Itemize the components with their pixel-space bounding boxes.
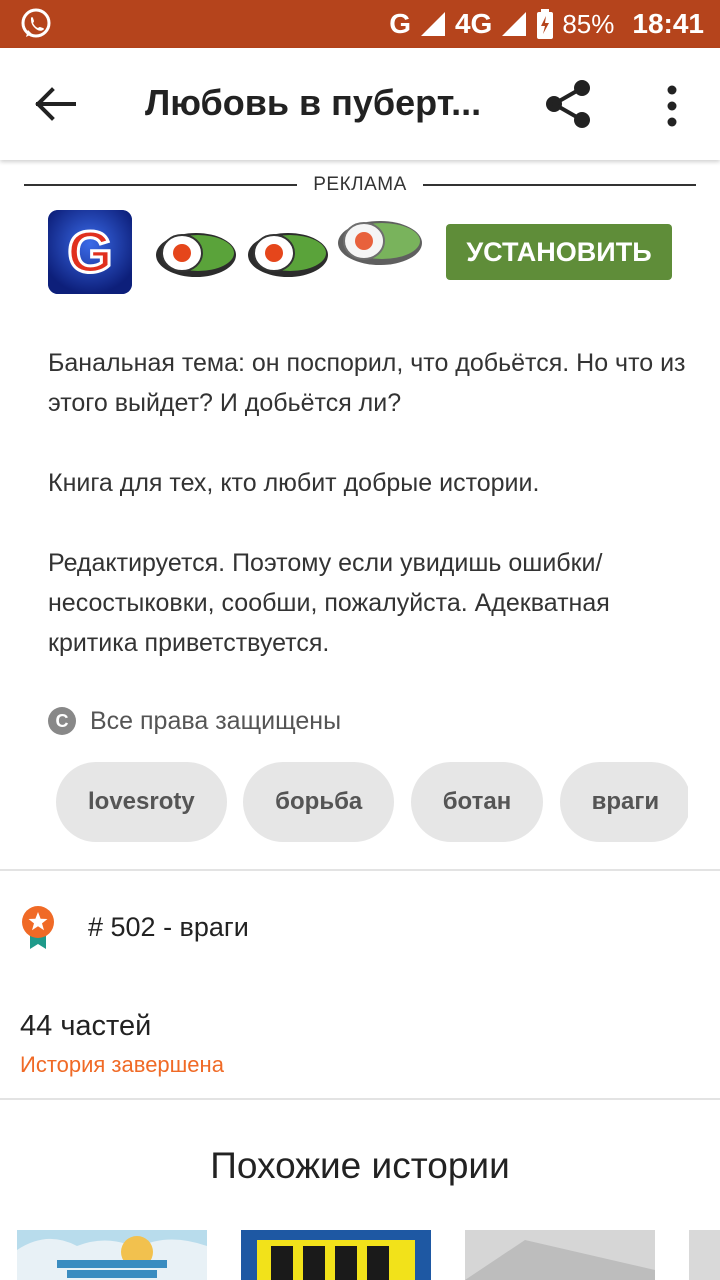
more-vertical-icon[interactable] bbox=[652, 78, 692, 134]
cover-art bbox=[465, 1230, 655, 1280]
tag-list: lovesroty борьба ботан враги bbox=[56, 762, 688, 842]
signal-icon bbox=[420, 12, 445, 36]
section-divider bbox=[0, 1098, 720, 1100]
ad-logo-letter: G bbox=[67, 220, 112, 285]
ad-divider-left bbox=[24, 184, 298, 186]
story-title: Любовь в пуберт... bbox=[145, 82, 482, 123]
description-paragraph: Банальная тема: он поспорил, что добьётс… bbox=[48, 349, 686, 417]
ad-app-icon[interactable]: G bbox=[48, 210, 132, 294]
cover-art bbox=[241, 1230, 431, 1280]
network-label: 4G bbox=[454, 8, 493, 39]
description-paragraph: Редактируется. Поэтому если увидишь ошиб… bbox=[48, 549, 610, 657]
status-bar: G 4G 85% 18:41 bbox=[0, 0, 720, 48]
similar-stories-heading: Похожие истории bbox=[210, 1145, 510, 1186]
parts-count: 44 частей bbox=[20, 1010, 152, 1042]
share-icon[interactable] bbox=[540, 76, 596, 132]
copyright-icon: C bbox=[48, 707, 76, 735]
copyright-text: Все права защищены bbox=[90, 706, 342, 735]
clock: 18:41 bbox=[632, 8, 704, 39]
ranking-link[interactable]: # 502 - враги bbox=[88, 912, 249, 943]
arrow-left-icon[interactable] bbox=[30, 82, 82, 126]
cover-art bbox=[17, 1230, 207, 1280]
similar-story-cover[interactable] bbox=[689, 1230, 720, 1280]
ribbon-star-icon bbox=[22, 906, 54, 949]
tag-chip[interactable]: ботан bbox=[410, 762, 544, 842]
story-description: Банальная тема: он поспорил, что добьётс… bbox=[48, 343, 688, 703]
ad-banner-image[interactable] bbox=[150, 215, 430, 285]
ad-divider-right bbox=[422, 184, 696, 186]
whatsapp-icon bbox=[21, 8, 51, 38]
section-divider bbox=[0, 869, 720, 871]
battery-percent: 85% bbox=[562, 8, 615, 39]
sushi-roll-1 bbox=[156, 233, 236, 277]
description-paragraph: Книга для тех, кто любит добрые истории. bbox=[48, 469, 540, 497]
copyright-row: C Все права защищены bbox=[48, 704, 341, 738]
ad-label-row: РЕКЛАМА bbox=[24, 170, 696, 200]
install-button[interactable]: УСТАНОВИТЬ bbox=[446, 224, 672, 280]
tag-chip[interactable]: враги bbox=[559, 762, 688, 842]
battery-charging-icon bbox=[537, 9, 554, 39]
tag-chip[interactable]: борьба bbox=[243, 762, 395, 842]
similar-story-cover[interactable] bbox=[17, 1230, 207, 1280]
sushi-roll-2 bbox=[248, 233, 328, 277]
completion-status: История завершена bbox=[20, 1052, 224, 1077]
tag-chip[interactable]: lovesroty bbox=[56, 762, 227, 842]
ad-logo: G bbox=[48, 210, 132, 294]
similar-story-cover[interactable] bbox=[465, 1230, 655, 1280]
sushi-roll-3 bbox=[338, 221, 422, 265]
app-bar: Любовь в пуберт... bbox=[0, 48, 720, 160]
ad-label: РЕКЛАМА bbox=[313, 174, 407, 195]
signal-icon-2 bbox=[502, 12, 527, 36]
carrier-label: G bbox=[389, 8, 411, 39]
similar-story-cover[interactable] bbox=[241, 1230, 431, 1280]
